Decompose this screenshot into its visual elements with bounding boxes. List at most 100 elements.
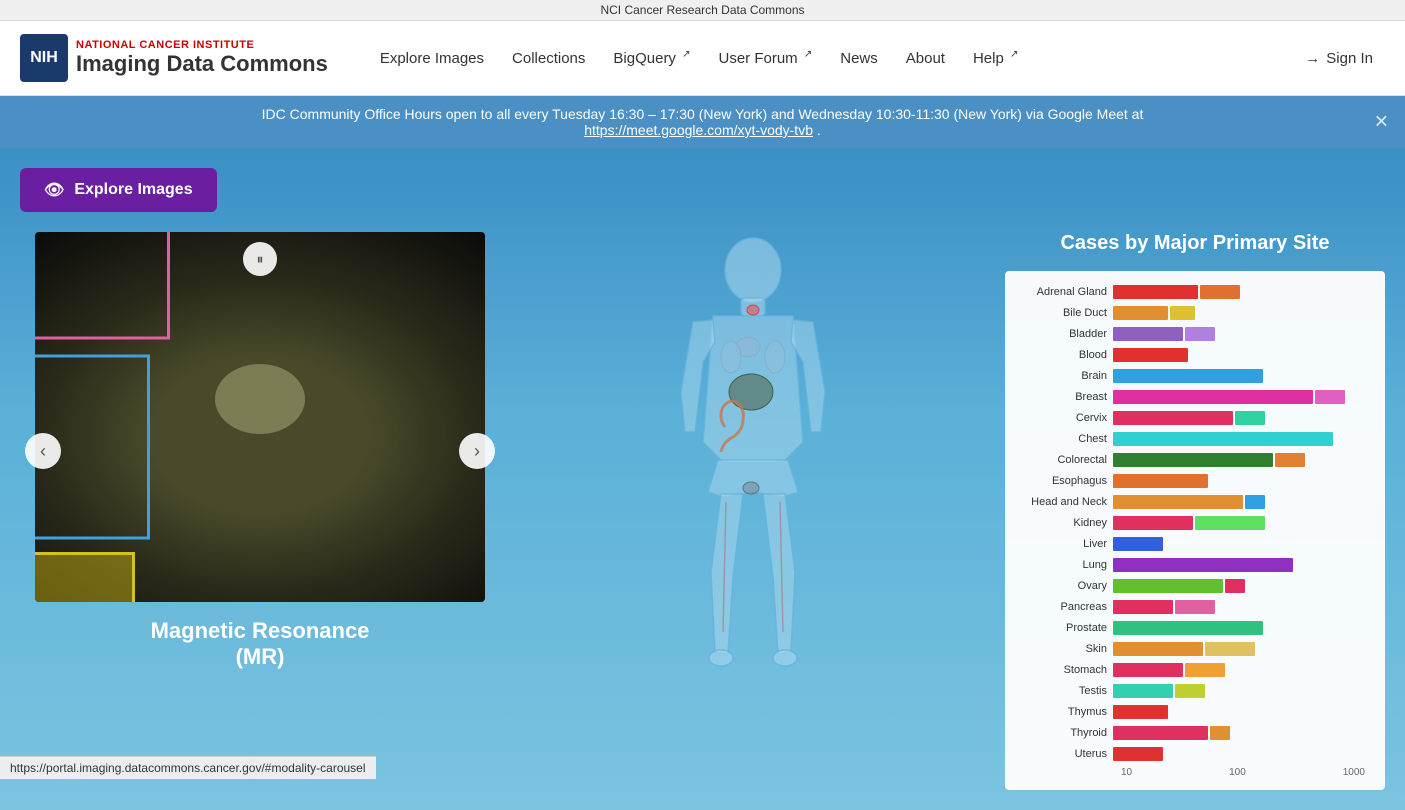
chart-row-bars: [1113, 558, 1369, 572]
chart-row-bars: [1113, 537, 1369, 551]
logo-area: NIH NATIONAL CANCER INSTITUTE Imaging Da…: [20, 34, 328, 82]
chart-bar[interactable]: [1113, 705, 1168, 719]
chart-bar[interactable]: [1113, 663, 1183, 677]
chart-bar[interactable]: [1113, 684, 1173, 698]
chart-row-label: Kidney: [1013, 517, 1113, 529]
chart-bar[interactable]: [1275, 453, 1305, 467]
chart-bar[interactable]: [1113, 432, 1333, 446]
chart-row-label: Bladder: [1013, 328, 1113, 340]
chart-row: Stomach: [1013, 661, 1369, 679]
idc-label: Imaging Data Commons: [76, 51, 328, 77]
chart-bar[interactable]: [1245, 495, 1265, 509]
chart-bar[interactable]: [1175, 684, 1205, 698]
chart-bar[interactable]: [1185, 327, 1215, 341]
chart-bar[interactable]: [1113, 516, 1193, 530]
help-external-icon: ↗: [1010, 49, 1018, 60]
chart-row: Chest: [1013, 430, 1369, 448]
carousel-prev-button[interactable]: ‹: [25, 433, 61, 469]
nci-label: NATIONAL CANCER INSTITUTE: [76, 39, 328, 51]
chart-row: Lung: [1013, 556, 1369, 574]
chart-row-label: Chest: [1013, 433, 1113, 445]
chart-row-label: Thyroid: [1013, 727, 1113, 739]
chart-bar[interactable]: [1205, 642, 1255, 656]
chart-bar[interactable]: [1113, 495, 1243, 509]
nav-help[interactable]: Help ↗: [961, 43, 1030, 73]
chart-row: Bile Duct: [1013, 304, 1369, 322]
userforum-external-icon: ↗: [804, 49, 812, 60]
chart-bar[interactable]: [1315, 390, 1345, 404]
chart-container: Adrenal GlandBile DuctBladderBloodBrainB…: [1005, 271, 1385, 790]
chart-bar[interactable]: [1113, 642, 1203, 656]
banner-close-button[interactable]: ✕: [1374, 112, 1389, 133]
nih-logo: NIH: [20, 34, 68, 82]
explore-images-button[interactable]: 👁 Explore Images: [20, 168, 217, 212]
explore-icon: 👁: [44, 180, 64, 200]
segmentation-pink: [35, 232, 170, 340]
chart-row-label: Uterus: [1013, 748, 1113, 760]
banner-link[interactable]: https://meet.google.com/xyt-vody-tvb: [584, 122, 813, 138]
chart-bar[interactable]: [1113, 579, 1223, 593]
chart-bar[interactable]: [1113, 327, 1183, 341]
chart-bar[interactable]: [1113, 390, 1313, 404]
banner-text: IDC Community Office Hours open to all e…: [262, 106, 1144, 122]
chart-bar[interactable]: [1200, 285, 1240, 299]
chart-row-label: Thymus: [1013, 706, 1113, 718]
chart-bar[interactable]: [1113, 600, 1173, 614]
chart-bar[interactable]: [1175, 600, 1215, 614]
chart-bar[interactable]: [1210, 726, 1230, 740]
chart-row-bars: [1113, 453, 1369, 467]
nav-collections[interactable]: Collections: [500, 44, 597, 73]
chart-row-label: Colorectal: [1013, 454, 1113, 466]
logo-text: NATIONAL CANCER INSTITUTE Imaging Data C…: [76, 39, 328, 77]
chart-row: Brain: [1013, 367, 1369, 385]
nav-about[interactable]: About: [894, 44, 957, 73]
chart-row-label: Pancreas: [1013, 601, 1113, 613]
chart-bar[interactable]: [1113, 621, 1263, 635]
status-bar: https://portal.imaging.datacommons.cance…: [0, 756, 376, 779]
chart-row-label: Testis: [1013, 685, 1113, 697]
chart-bar[interactable]: [1113, 306, 1168, 320]
chart-bar[interactable]: [1185, 663, 1225, 677]
chart-row: Ovary: [1013, 577, 1369, 595]
chart-bar[interactable]: [1113, 411, 1233, 425]
nav-explore-images[interactable]: Explore Images: [368, 44, 496, 73]
chart-row-label: Liver: [1013, 538, 1113, 550]
nav-bigquery[interactable]: BigQuery ↗: [601, 43, 702, 73]
chart-bar[interactable]: [1113, 558, 1293, 572]
chart-bar[interactable]: [1113, 285, 1198, 299]
chart-row-bars: [1113, 390, 1369, 404]
chart-row: Liver: [1013, 535, 1369, 553]
carousel-next-button[interactable]: ›: [459, 433, 495, 469]
chart-row-bars: [1113, 579, 1369, 593]
nav-news[interactable]: News: [828, 44, 890, 73]
chart-bar[interactable]: [1113, 474, 1208, 488]
chart-bar[interactable]: [1225, 579, 1245, 593]
chart-bar[interactable]: [1113, 453, 1273, 467]
chart-row-bars: [1113, 726, 1369, 740]
carousel-caption: Magnetic Resonance (MR): [20, 618, 500, 670]
chart-row-bars: [1113, 306, 1369, 320]
chart-bar[interactable]: [1113, 348, 1188, 362]
chart-bar[interactable]: [1195, 516, 1265, 530]
axis-label-100: 100: [1229, 767, 1246, 778]
chart-row-bars: [1113, 369, 1369, 383]
chart-bar[interactable]: [1113, 537, 1163, 551]
body-svg: [643, 232, 863, 712]
chart-bar[interactable]: [1113, 369, 1263, 383]
chart-bar[interactable]: [1170, 306, 1195, 320]
axis-label-1000: 1000: [1343, 767, 1365, 778]
chart-row: Bladder: [1013, 325, 1369, 343]
sign-in-button[interactable]: → Sign In: [1293, 44, 1385, 73]
chart-row-bars: [1113, 663, 1369, 677]
chart-row: Kidney: [1013, 514, 1369, 532]
chart-row-bars: [1113, 705, 1369, 719]
mri-scan: [35, 232, 485, 602]
nav-user-forum[interactable]: User Forum ↗: [707, 43, 825, 73]
chart-bar[interactable]: [1235, 411, 1265, 425]
chart-bar[interactable]: [1113, 747, 1163, 761]
content-area: ⏸ ‹ › Magnetic Resonance (MR): [20, 232, 1385, 790]
segmentation-inner: [215, 364, 305, 434]
chart-bar[interactable]: [1113, 726, 1208, 740]
status-url: https://portal.imaging.datacommons.cance…: [10, 761, 366, 775]
pause-button[interactable]: ⏸: [243, 242, 277, 276]
